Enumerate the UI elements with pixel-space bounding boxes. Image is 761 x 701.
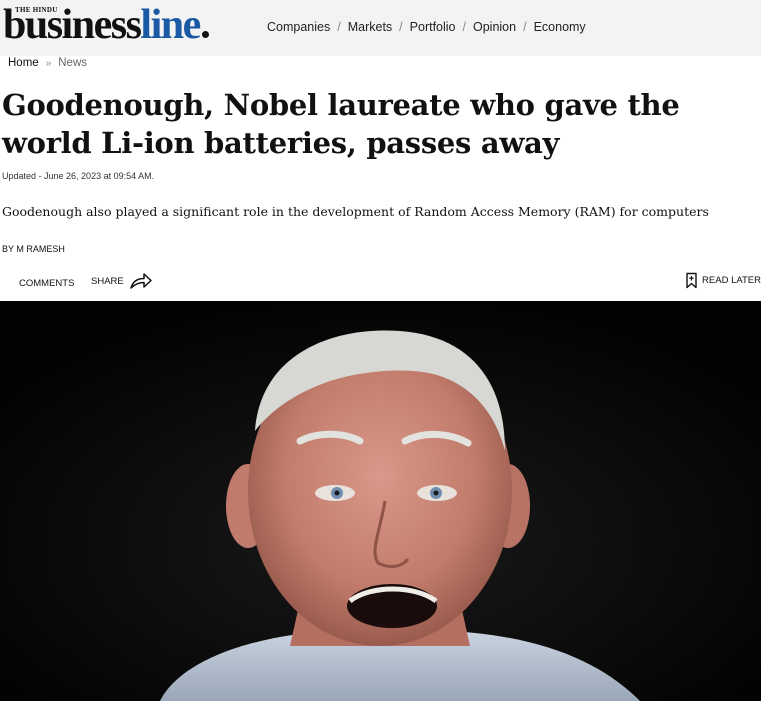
portrait-photo — [0, 301, 761, 701]
bookmark-icon — [686, 272, 697, 289]
nav-separator: / — [523, 20, 527, 34]
breadcrumb-separator: » — [45, 57, 52, 69]
share-label: SHARE — [91, 275, 124, 287]
site-header: THE HINDU businessline Companies / Marke… — [0, 0, 761, 56]
share-button[interactable]: SHARE — [91, 272, 153, 290]
read-later-label: READ LATER — [702, 275, 761, 286]
article-photo — [0, 301, 761, 701]
logo-wordmark: businessline — [3, 2, 209, 48]
comments-button[interactable]: COMMENTS — [19, 278, 74, 289]
logo-line: line — [140, 2, 201, 48]
main-nav: Companies / Markets / Portfolio / Opinio… — [267, 20, 586, 34]
logo-dot — [201, 31, 209, 38]
article-summary: Goodenough also played a significant rol… — [2, 204, 709, 219]
article-title: Goodenough, Nobel laureate who gave the … — [2, 88, 680, 160]
nav-item-opinion[interactable]: Opinion — [473, 20, 516, 34]
logo-business: business — [3, 2, 142, 48]
share-arrow-icon — [129, 273, 152, 289]
nav-separator: / — [462, 20, 466, 34]
breadcrumb-news[interactable]: News — [58, 57, 87, 69]
author-byline[interactable]: BY M RAMESH — [2, 244, 65, 254]
nav-item-portfolio[interactable]: Portfolio — [410, 20, 456, 34]
breadcrumb-home[interactable]: Home — [8, 57, 39, 69]
breadcrumb: Home » News — [8, 57, 87, 69]
nav-item-economy[interactable]: Economy — [534, 20, 586, 34]
nav-item-companies[interactable]: Companies — [267, 20, 330, 34]
comments-label: COMMENTS — [19, 278, 75, 289]
updated-timestamp: Updated - June 26, 2023 at 09:54 AM. — [2, 171, 155, 181]
nav-item-markets[interactable]: Markets — [348, 20, 392, 34]
nav-separator: / — [337, 20, 341, 34]
article-toolbar: COMMENTS SHARE READ LATER — [0, 272, 761, 296]
site-logo[interactable]: THE HINDU businessline — [3, 2, 253, 50]
nav-separator: / — [399, 20, 403, 34]
read-later-button[interactable]: READ LATER — [685, 272, 761, 289]
